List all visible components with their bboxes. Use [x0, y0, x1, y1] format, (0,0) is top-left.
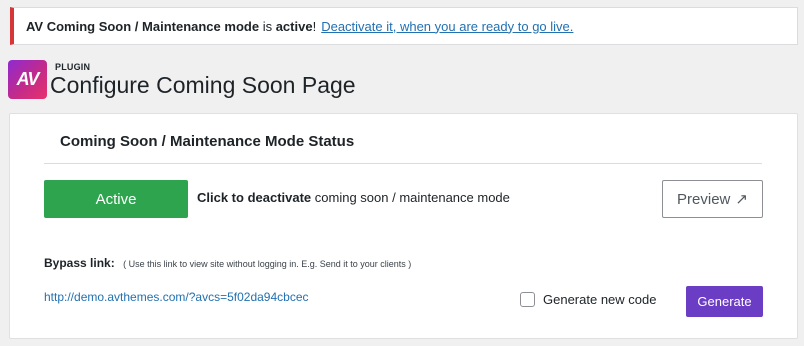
- status-hint-bold: Click to deactivate: [197, 190, 312, 205]
- generate-new-code-label: Generate new code: [543, 292, 657, 307]
- generate-button[interactable]: Generate: [686, 286, 763, 317]
- deactivate-link[interactable]: Deactivate it, when you are ready to go …: [321, 19, 573, 34]
- generate-new-code-checkbox[interactable]: [520, 292, 535, 307]
- notice-state: active: [275, 18, 313, 34]
- plugin-label: PLUGIN: [55, 62, 91, 72]
- external-link-icon: ↗: [735, 191, 748, 208]
- status-hint: Click to deactivate coming soon / mainte…: [197, 190, 510, 205]
- bypass-hint: ( Use this link to view site without log…: [123, 259, 412, 269]
- divider: [44, 163, 762, 164]
- page-title: Configure Coming Soon Page: [50, 72, 356, 98]
- preview-button[interactable]: Preview ↗: [662, 180, 763, 218]
- bypass-url-link[interactable]: http://demo.avthemes.com/?avcs=5f02da94c…: [44, 290, 309, 304]
- status-hint-rest: coming soon / maintenance mode: [314, 190, 510, 205]
- bypass-label-row: Bypass link: ( Use this link to view sit…: [44, 254, 411, 272]
- preview-label: Preview: [677, 190, 731, 208]
- av-logo: AV: [8, 60, 47, 99]
- status-section-title: Coming Soon / Maintenance Mode Status: [60, 133, 355, 150]
- generate-new-code-option[interactable]: Generate new code: [520, 292, 656, 307]
- bypass-label: Bypass link:: [44, 256, 115, 270]
- settings-card: Coming Soon / Maintenance Mode Status Ac…: [9, 113, 798, 339]
- active-toggle-button[interactable]: Active: [44, 180, 188, 218]
- status-notice: AV Coming Soon / Maintenance mode is act…: [10, 7, 798, 45]
- notice-is: is: [262, 18, 273, 34]
- notice-plugin-name: AV Coming Soon / Maintenance mode: [26, 18, 260, 34]
- notice-suffix: !: [312, 18, 317, 34]
